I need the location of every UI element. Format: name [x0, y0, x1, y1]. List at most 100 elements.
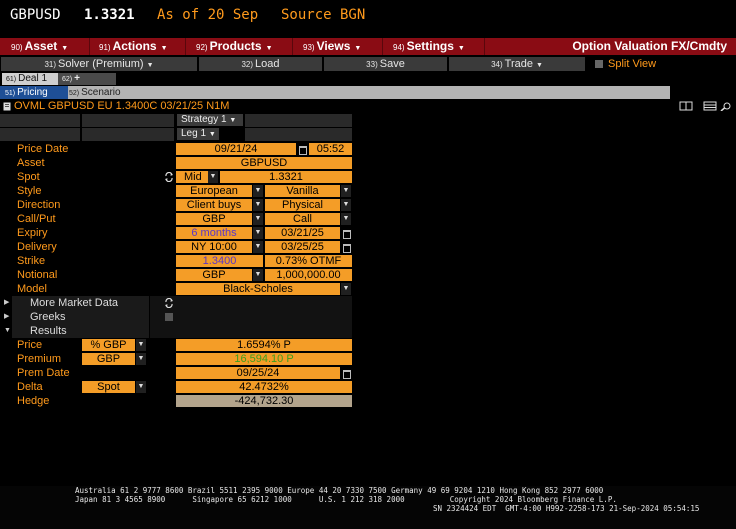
chevron-down-icon[interactable]: ▼: [341, 283, 351, 295]
style-type-field[interactable]: Vanilla: [265, 185, 340, 197]
prem-date-field[interactable]: 09/25/24: [176, 367, 340, 379]
settlement-field[interactable]: Physical: [265, 199, 340, 211]
solver-button[interactable]: 31) Solver (Premium) ▼: [1, 57, 197, 71]
call-put-field[interactable]: Call: [265, 213, 340, 225]
menu-number: 91): [99, 43, 111, 52]
tab-scenario[interactable]: 52) Scenario: [64, 86, 144, 99]
tab-deal-1[interactable]: 61) Deal 1: [2, 73, 64, 85]
model-field[interactable]: Black-Scholes: [176, 283, 340, 295]
tab-pricing[interactable]: 51) Pricing: [0, 86, 68, 99]
refresh-icon[interactable]: [164, 298, 174, 308]
layout-icon[interactable]: [679, 101, 693, 111]
chevron-down-icon[interactable]: ▼: [208, 171, 218, 183]
chevron-down-icon[interactable]: ▼: [136, 381, 146, 393]
expiry-label: Expiry: [17, 227, 48, 239]
collapse-arrow-icon[interactable]: ▼: [4, 324, 11, 338]
menu-label: Asset: [24, 39, 58, 53]
menu-number: 90): [11, 43, 23, 52]
price-date-label: Price Date: [17, 143, 69, 155]
expiry-date-field[interactable]: 03/21/25: [265, 227, 340, 239]
menu-actions[interactable]: 91) Actions ▼: [99, 38, 168, 55]
notional-amount-field[interactable]: 1,000,000.00: [265, 269, 352, 281]
premium-label: Premium: [17, 353, 62, 365]
toolbar: 31) Solver (Premium) ▼ 32) Load 33) Save 34)…: [0, 57, 736, 72]
calendar-icon[interactable]: [341, 367, 351, 379]
zoom-icon[interactable]: [719, 101, 733, 111]
notional-ccy-field[interactable]: GBP: [176, 269, 252, 281]
call-put-ccy-field[interactable]: GBP: [176, 213, 252, 225]
chevron-down-icon[interactable]: ▼: [253, 185, 263, 197]
tab-number: 62): [62, 76, 73, 83]
premium-unit-field[interactable]: GBP: [82, 353, 135, 365]
direction-field[interactable]: Client buys: [176, 199, 252, 211]
chevron-down-icon[interactable]: ▼: [253, 241, 263, 253]
chevron-down-icon[interactable]: ▼: [341, 199, 351, 211]
chevron-down-icon: ▼: [265, 45, 273, 52]
strike-moneyness-field[interactable]: 0.73% OTMF: [265, 255, 352, 267]
menu-views[interactable]: 93) Views ▼: [303, 38, 361, 55]
prem-date-label: Prem Date: [17, 367, 70, 379]
leg-selector[interactable]: Leg 1 ▼: [177, 128, 219, 140]
split-view-label[interactable]: Split View: [608, 57, 656, 71]
chevron-down-icon[interactable]: ▼: [341, 185, 351, 197]
chevron-down-icon[interactable]: ▼: [253, 227, 263, 239]
calendar-icon[interactable]: [341, 241, 351, 253]
menu-label: Views: [316, 39, 351, 53]
split-view-checkbox[interactable]: [595, 60, 603, 68]
menu-settings[interactable]: 94) Settings ▼: [393, 38, 465, 55]
chevron-down-icon[interactable]: ▼: [253, 199, 263, 211]
strike-field[interactable]: 1.3400: [176, 255, 263, 267]
price-unit-field[interactable]: % GBP: [82, 339, 135, 351]
delivery-date-field[interactable]: 03/25/25: [265, 241, 340, 253]
chevron-down-icon[interactable]: ▼: [253, 213, 263, 225]
trade-button[interactable]: 34) Trade ▼: [449, 57, 585, 71]
calendar-icon[interactable]: [297, 143, 307, 155]
delta-label: Delta: [17, 381, 43, 393]
button-number: 32): [241, 60, 254, 69]
expand-arrow-icon[interactable]: ▶: [4, 296, 9, 310]
spot-value-field[interactable]: 1.3321: [220, 171, 352, 183]
premium-value-field[interactable]: 16,594.10 P: [176, 353, 352, 365]
button-label: Solver (Premium): [58, 58, 144, 70]
greeks-checkbox[interactable]: [165, 313, 173, 321]
strategy-selector[interactable]: Strategy 1 ▼: [177, 114, 243, 126]
section-results[interactable]: Results: [12, 324, 149, 338]
save-button[interactable]: 33) Save: [324, 57, 447, 71]
price-time-field[interactable]: 05:52: [309, 143, 352, 155]
delta-unit-field[interactable]: Spot: [82, 381, 135, 393]
grid-icon[interactable]: [703, 101, 717, 111]
price-date-field[interactable]: 09/21/24: [176, 143, 296, 155]
notional-label: Notional: [17, 269, 58, 281]
calendar-icon[interactable]: [341, 227, 351, 239]
tab-label: Pricing: [17, 87, 48, 98]
menu-products[interactable]: 92) Products ▼: [196, 38, 273, 55]
chevron-down-icon: ▼: [208, 131, 216, 138]
ticker[interactable]: GBPUSD: [10, 7, 61, 23]
refresh-icon[interactable]: [164, 172, 174, 182]
delivery-cut-field[interactable]: NY 10:00: [176, 241, 252, 253]
button-number: 33): [366, 60, 378, 69]
style-field[interactable]: European: [176, 185, 252, 197]
asset-field[interactable]: GBPUSD: [176, 157, 352, 169]
menu-asset[interactable]: 90) Asset ▼: [11, 38, 68, 55]
footer-contacts-line1: Australia 61 2 9777 8600 Brazil 5511 239…: [75, 486, 604, 495]
chevron-down-icon[interactable]: ▼: [341, 213, 351, 225]
tab-add-deal[interactable]: 62) +: [58, 73, 116, 85]
leg-label: Leg 1: [181, 128, 207, 139]
button-label: Save: [379, 58, 405, 70]
tab-number: 52): [69, 90, 80, 97]
chevron-down-icon[interactable]: ▼: [136, 339, 146, 351]
delivery-label: Delivery: [17, 241, 57, 253]
menu-label: Products: [209, 39, 262, 53]
expand-arrow-icon[interactable]: ▶: [4, 310, 9, 324]
section-greeks[interactable]: Greeks: [12, 310, 149, 324]
delta-value-field: 42.4732%: [176, 381, 352, 393]
load-button[interactable]: 32) Load: [199, 57, 322, 71]
chevron-down-icon[interactable]: ▼: [253, 269, 263, 281]
button-label: Load: [255, 58, 280, 70]
section-more-market-data[interactable]: More Market Data: [12, 296, 149, 310]
chevron-down-icon[interactable]: ▼: [136, 353, 146, 365]
strike-label: Strike: [17, 255, 46, 267]
expiry-tenor-field[interactable]: 6 months: [176, 227, 252, 239]
menu-number: 93): [303, 43, 315, 52]
